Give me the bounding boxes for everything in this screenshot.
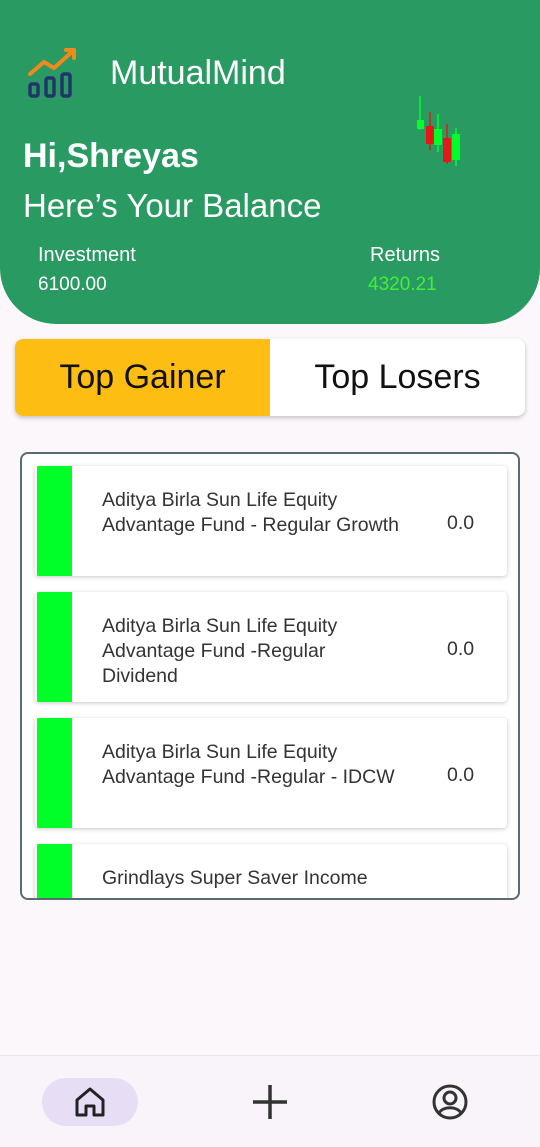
app-title: MutualMind (110, 54, 286, 92)
fund-name: Aditya Birla Sun Life Equity Advantage F… (102, 741, 395, 788)
returns-value: 4320.21 (368, 274, 437, 295)
fund-card[interactable]: Aditya Birla Sun Life Equity Advantage F… (35, 592, 507, 702)
fund-list[interactable]: Aditya Birla Sun Life Equity Advantage F… (20, 452, 520, 900)
fund-return-value: 0.0 (447, 638, 475, 660)
tab-top-gainer[interactable]: Top Gainer (15, 339, 270, 416)
fund-name: Aditya Birla Sun Life Equity Advantage F… (102, 489, 399, 536)
fund-name: Grindlays Super Saver Income (102, 867, 368, 889)
fund-indicator-bar (37, 844, 72, 898)
returns-label: Returns (370, 244, 441, 266)
greeting-text: Hi,Shreyas (23, 137, 199, 175)
fund-return-value: 0.0 (447, 512, 475, 534)
fund-indicator-bar (37, 718, 72, 828)
gainer-loser-tabs: Top Gainer Top Losers (15, 339, 525, 416)
investment-value: 6100.00 (38, 274, 107, 295)
fund-name: Aditya Birla Sun Life Equity Advantage F… (102, 615, 338, 687)
home-icon (75, 1087, 105, 1117)
account-circle-icon (432, 1084, 468, 1120)
nav-add-button[interactable] (250, 1082, 290, 1122)
fund-indicator-bar (37, 466, 72, 576)
bottom-navigation (0, 1055, 540, 1147)
balance-subtitle: Here’s Your Balance (23, 187, 322, 224)
nav-home-button[interactable] (42, 1078, 138, 1126)
plus-icon (253, 1085, 287, 1119)
fund-indicator-bar (37, 592, 72, 702)
fund-card[interactable]: Aditya Birla Sun Life Equity Advantage F… (35, 718, 507, 828)
app-logo-icon (28, 48, 76, 98)
fund-card[interactable]: Aditya Birla Sun Life Equity Advantage F… (35, 466, 507, 576)
balance-header: MutualMind Hi,Shreyas Here’s Your Balanc… (0, 0, 540, 324)
fund-return-value: 0.0 (447, 764, 475, 786)
candlestick-chart-icon (417, 96, 460, 166)
nav-profile-button[interactable] (430, 1082, 470, 1122)
tab-top-losers[interactable]: Top Losers (270, 339, 525, 416)
fund-card[interactable]: Grindlays Super Saver Income (35, 844, 507, 898)
investment-label: Investment (38, 244, 136, 266)
